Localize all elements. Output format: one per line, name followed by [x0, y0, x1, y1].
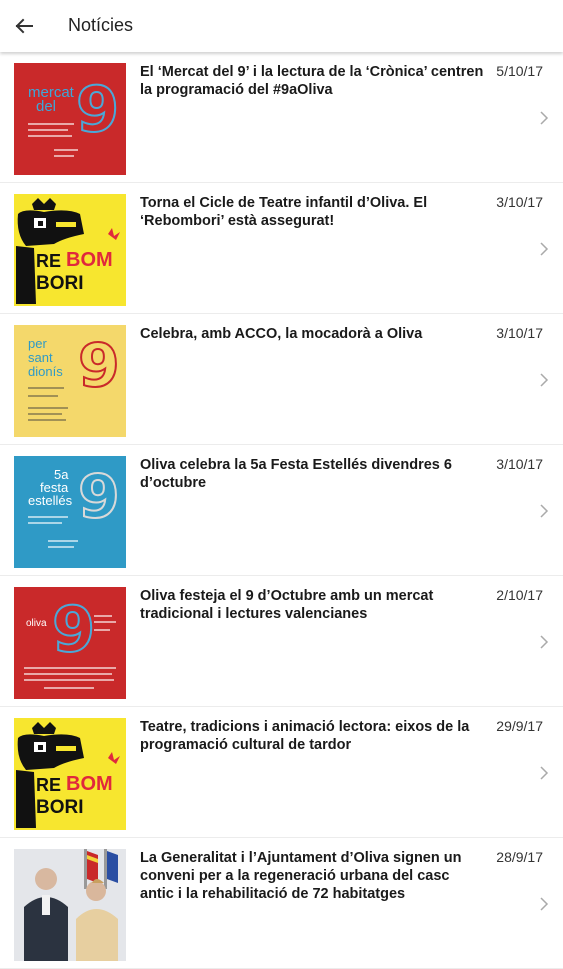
- news-thumbnail: RE BOM BORI: [14, 194, 126, 306]
- news-headline: Oliva festeja el 9 d’Octubre amb un merc…: [140, 588, 434, 622]
- news-thumbnail: oliva 9: [14, 587, 126, 699]
- chevron-right-icon: [539, 504, 549, 518]
- arrow-left-icon[interactable]: [10, 12, 38, 40]
- news-headline: Torna el Cicle de Teatre infantil d’Oliv…: [140, 195, 428, 229]
- news-date: 29/9/17: [496, 718, 543, 734]
- chevron-right-icon: [539, 242, 549, 256]
- news-item[interactable]: RE BOM BORI Torna el Cicle de Teatre inf…: [0, 183, 563, 314]
- news-headline: El ‘Mercat del 9’ i la lectura de la ‘Cr…: [140, 64, 484, 98]
- news-thumbnail: 5a festa estellés 9: [14, 456, 126, 568]
- news-item[interactable]: RE BOM BORI Teatre, tradicions i animaci…: [0, 707, 563, 838]
- news-headline: Celebra, amb ACCO, la mocadorà a Oliva: [140, 326, 423, 342]
- news-item[interactable]: oliva 9 Oliva festeja el 9 d’Octubre amb…: [0, 576, 563, 707]
- news-date: 5/10/17: [496, 63, 543, 79]
- news-headline: Oliva celebra la 5a Festa Estellés diven…: [140, 457, 452, 491]
- news-list: mercat del 9 El ‘Mercat del 9’ i la lect…: [0, 52, 563, 969]
- news-item[interactable]: 5a festa estellés 9 Oliva celebra la 5a …: [0, 445, 563, 576]
- news-headline: Teatre, tradicions i animació lectora: e…: [140, 719, 470, 753]
- news-thumbnail: per sant dionís 9: [14, 325, 126, 437]
- chevron-right-icon: [539, 635, 549, 649]
- news-thumbnail: mercat del 9: [14, 63, 126, 175]
- news-item[interactable]: per sant dionís 9 Celebra, amb ACCO, la …: [0, 314, 563, 445]
- news-item[interactable]: mercat del 9 El ‘Mercat del 9’ i la lect…: [0, 52, 563, 183]
- news-date: 2/10/17: [496, 587, 543, 603]
- chevron-right-icon: [539, 373, 549, 387]
- news-thumbnail: RE BOM BORI: [14, 718, 126, 830]
- news-date: 28/9/17: [496, 849, 543, 865]
- chevron-right-icon: [539, 111, 549, 125]
- app-bar: Notícies: [0, 0, 563, 52]
- news-headline: La Generalitat i l’Ajuntament d’Oliva si…: [140, 850, 462, 902]
- news-date: 3/10/17: [496, 456, 543, 472]
- chevron-right-icon: [539, 897, 549, 911]
- news-thumbnail: [14, 849, 126, 961]
- news-item[interactable]: La Generalitat i l’Ajuntament d’Oliva si…: [0, 838, 563, 969]
- news-date: 3/10/17: [496, 194, 543, 210]
- news-date: 3/10/17: [496, 325, 543, 341]
- chevron-right-icon: [539, 766, 549, 780]
- page-title: Notícies: [68, 15, 134, 35]
